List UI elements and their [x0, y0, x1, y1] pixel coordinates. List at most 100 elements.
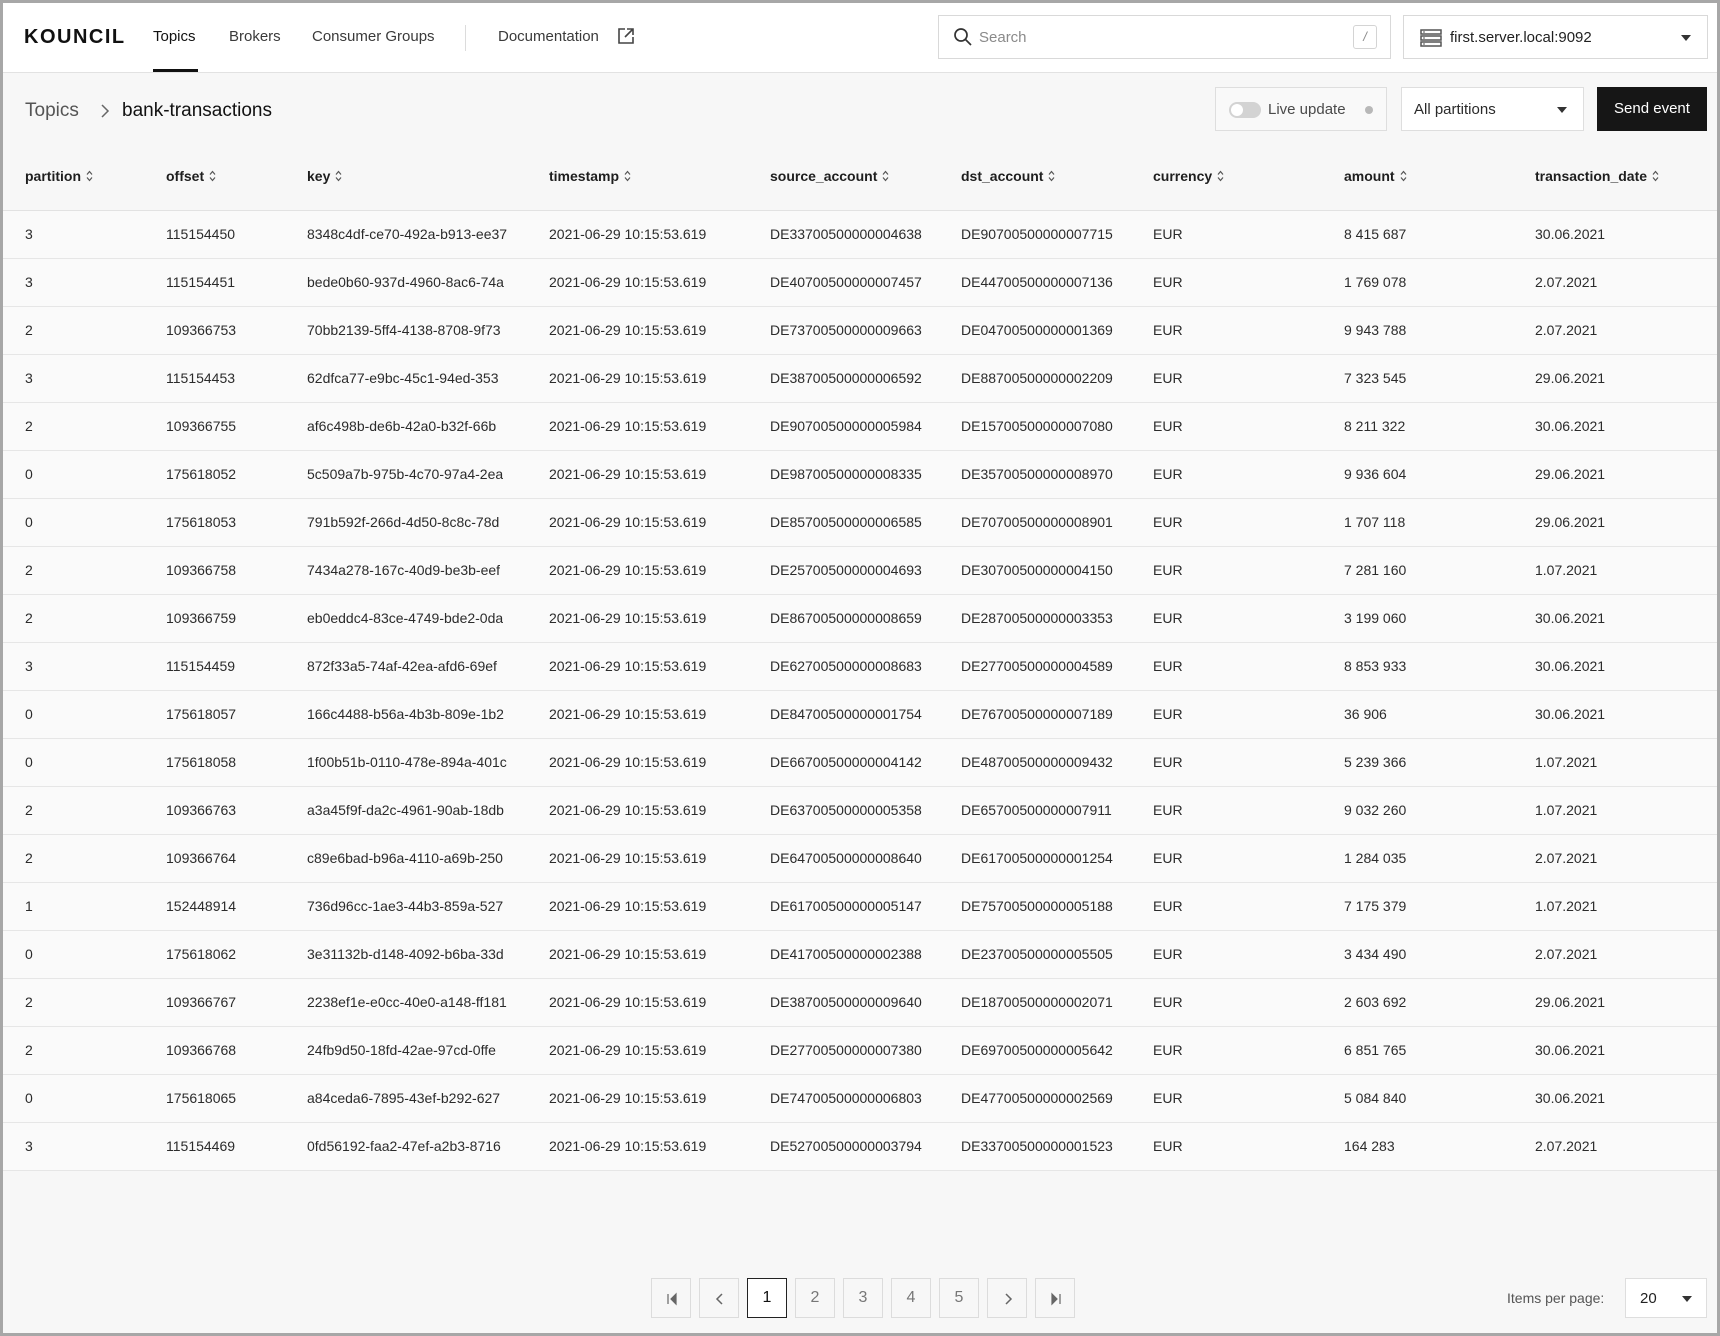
cell-amount: 8 211 322: [1344, 418, 1406, 434]
table-row[interactable]: 0 175618053 791b592f-266d-4d50-8c8c-78d 202…: [3, 499, 1717, 547]
cell-dst-account: DE76700500000007189: [961, 706, 1113, 722]
cell-currency: EUR: [1153, 658, 1183, 674]
page-button-5[interactable]: 5: [939, 1278, 979, 1318]
table-row[interactable]: 0 175618058 1f00b51b-0110-478e-894a-401c 20…: [3, 739, 1717, 787]
cell-currency: EUR: [1153, 514, 1183, 530]
table-row[interactable]: 0 175618057 166c4488-b56a-4b3b-809e-1b2 202…: [3, 691, 1717, 739]
cell-partition: 0: [25, 706, 33, 722]
cell-partition: 0: [25, 946, 33, 962]
table-row[interactable]: 2 109366763 a3a45f9f-da2c-4961-90ab-18db 20…: [3, 787, 1717, 835]
table-row[interactable]: 3 115154469 0fd56192-faa2-47ef-a2b3-8716 20…: [3, 1123, 1717, 1171]
sort-icon[interactable]: [86, 170, 93, 182]
column-header-source-account[interactable]: source_account: [770, 168, 889, 184]
items-per-page-select[interactable]: 20: [1625, 1278, 1707, 1318]
cell-dst-account: DE44700500000007136: [961, 274, 1113, 290]
search-box[interactable]: /: [938, 15, 1391, 59]
cell-partition: 0: [25, 1090, 33, 1106]
column-header-timestamp[interactable]: timestamp: [549, 168, 631, 184]
cell-transaction-date: 30.06.2021: [1535, 610, 1606, 626]
cell-amount: 1 707 118: [1344, 514, 1406, 530]
sort-icon[interactable]: [335, 170, 342, 182]
cell-dst-account: DE18700500000002071: [961, 994, 1113, 1010]
cell-key: 2238ef1e-e0cc-40e0-a148-ff181: [307, 994, 507, 1010]
documentation-link[interactable]: Documentation: [498, 28, 599, 45]
nav-tab-topics[interactable]: Topics: [153, 28, 196, 45]
cell-offset: 109366767: [166, 994, 237, 1010]
page-button-3[interactable]: 3: [843, 1278, 883, 1318]
toggle-switch[interactable]: [1229, 102, 1261, 118]
cell-transaction-date: 29.06.2021: [1535, 370, 1606, 386]
external-link-icon[interactable]: [617, 27, 635, 45]
partitions-dropdown[interactable]: All partitions: [1401, 87, 1584, 131]
table-row[interactable]: 0 175618062 3e31132b-d148-4092-b6ba-33d 202…: [3, 931, 1717, 979]
cell-transaction-date: 30.06.2021: [1535, 658, 1606, 674]
table-row[interactable]: 3 115154459 872f33a5-74af-42ea-afd6-69ef 20…: [3, 643, 1717, 691]
table-row[interactable]: 2 109366759 eb0eddc4-83ce-4749-bde2-0da 202…: [3, 595, 1717, 643]
sort-icon[interactable]: [1652, 170, 1659, 182]
sort-icon[interactable]: [1217, 170, 1224, 182]
last-page-button[interactable]: [1035, 1278, 1075, 1318]
sort-icon[interactable]: [882, 170, 889, 182]
live-update-toggle[interactable]: Live update: [1215, 87, 1387, 131]
table-row[interactable]: 3 115154450 8348c4df-ce70-492a-b913-ee37 20…: [3, 211, 1717, 259]
cell-offset: 109366768: [166, 1042, 237, 1058]
server-selector[interactable]: first.server.local:9092: [1403, 15, 1708, 59]
table-row[interactable]: 2 109366768 24fb9d50-18fd-42ae-97cd-0ffe 20…: [3, 1027, 1717, 1075]
column-header-partition[interactable]: partition: [25, 168, 93, 184]
table-row[interactable]: 2 109366755 af6c498b-de6b-42a0-b32f-66b 202…: [3, 403, 1717, 451]
app-logo[interactable]: KOUNCIL: [24, 26, 126, 49]
column-header-dst-account[interactable]: dst_account: [961, 168, 1055, 184]
cell-amount: 7 281 160: [1344, 562, 1407, 578]
sort-icon[interactable]: [1048, 170, 1055, 182]
column-header-key[interactable]: key: [307, 168, 342, 184]
table-row[interactable]: 1 152448914 736d96cc-1ae3-44b3-859a-527 202…: [3, 883, 1717, 931]
column-header-label: offset: [166, 168, 205, 184]
column-header-currency[interactable]: currency: [1153, 168, 1224, 184]
cell-timestamp: 2021-06-29 10:15:53.619: [549, 418, 707, 434]
cell-currency: EUR: [1153, 370, 1183, 386]
sort-icon[interactable]: [1400, 170, 1407, 182]
cell-key: a84ceda6-7895-43ef-b292-627: [307, 1090, 501, 1106]
table-row[interactable]: 2 109366767 2238ef1e-e0cc-40e0-a148-ff181 2…: [3, 979, 1717, 1027]
cell-source-account: DE73700500000009663: [770, 322, 922, 338]
table-row[interactable]: 0 175618065 a84ceda6-7895-43ef-b292-627 202…: [3, 1075, 1717, 1123]
first-page-button[interactable]: [651, 1278, 691, 1318]
page-button-4[interactable]: 4: [891, 1278, 931, 1318]
cell-key: 70bb2139-5ff4-4138-8708-9f73: [307, 322, 501, 338]
table-row[interactable]: 3 115154451 bede0b60-937d-4960-8ac6-74a 202…: [3, 259, 1717, 307]
column-header-offset[interactable]: offset: [166, 168, 216, 184]
cell-currency: EUR: [1153, 322, 1183, 338]
table-row[interactable]: 3 115154453 62dfca77-e9bc-45c1-94ed-353 202…: [3, 355, 1717, 403]
sort-icon[interactable]: [209, 170, 216, 182]
cell-offset: 175618052: [166, 466, 237, 482]
cell-currency: EUR: [1153, 418, 1183, 434]
breadcrumb-topics-link[interactable]: Topics: [25, 100, 79, 122]
cell-transaction-date: 2.07.2021: [1535, 322, 1598, 338]
column-header-amount[interactable]: amount: [1344, 168, 1407, 184]
cell-transaction-date: 1.07.2021: [1535, 802, 1598, 818]
sort-icon[interactable]: [624, 170, 631, 182]
cell-partition: 0: [25, 754, 33, 770]
previous-page-button[interactable]: [699, 1278, 739, 1318]
cell-partition: 3: [25, 226, 33, 242]
table-row[interactable]: 2 109366764 c89e6bad-b96a-4110-a69b-250 202…: [3, 835, 1717, 883]
table-row[interactable]: 2 109366758 7434a278-167c-40d9-be3b-eef 202…: [3, 547, 1717, 595]
send-event-button[interactable]: Send event: [1597, 87, 1707, 131]
cell-key: 62dfca77-e9bc-45c1-94ed-353: [307, 370, 499, 386]
next-page-button[interactable]: [987, 1278, 1027, 1318]
nav-tab-brokers[interactable]: Brokers: [229, 28, 281, 45]
cell-currency: EUR: [1153, 226, 1183, 242]
page-button-2[interactable]: 2: [795, 1278, 835, 1318]
cell-currency: EUR: [1153, 850, 1183, 866]
cell-amount: 8 415 687: [1344, 226, 1407, 242]
cell-partition: 0: [25, 514, 33, 530]
table-row[interactable]: 0 175618052 5c509a7b-975b-4c70-97a4-2ea 202…: [3, 451, 1717, 499]
cell-key: 3e31132b-d148-4092-b6ba-33d: [307, 946, 504, 962]
column-header-transaction-date[interactable]: transaction_date: [1535, 168, 1659, 184]
cell-partition: 3: [25, 370, 33, 386]
nav-tab-consumer-groups[interactable]: Consumer Groups: [312, 28, 435, 45]
search-input[interactable]: [979, 24, 1339, 50]
nav-divider: [465, 25, 466, 51]
table-row[interactable]: 2 109366753 70bb2139-5ff4-4138-8708-9f73 20…: [3, 307, 1717, 355]
page-button-1[interactable]: 1: [747, 1278, 787, 1318]
